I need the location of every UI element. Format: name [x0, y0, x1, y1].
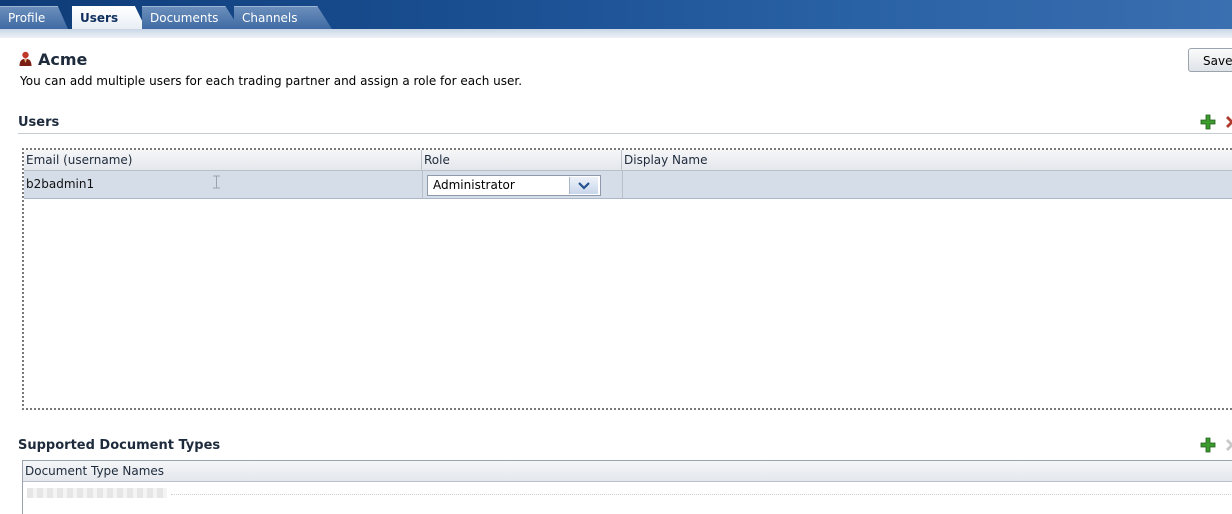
add-icon[interactable] [1200, 114, 1216, 130]
role-select-value: Administrator [433, 178, 515, 192]
column-divider [622, 171, 623, 198]
doc-types-table-header: Document Type Names [23, 460, 1232, 482]
add-icon[interactable] [1200, 437, 1216, 453]
delete-icon[interactable] [1224, 114, 1232, 130]
column-header-document-type-names[interactable]: Document Type Names [23, 461, 1232, 481]
page-description: You can add multiple users for each trad… [20, 74, 523, 88]
cell-display-name[interactable] [624, 171, 1232, 198]
column-header-display-name[interactable]: Display Name [622, 150, 1232, 170]
users-section-title: Users [18, 115, 60, 130]
delete-icon[interactable] [1224, 437, 1232, 453]
tab-documents[interactable]: Documents [142, 6, 240, 29]
tab-profile[interactable]: Profile [0, 6, 68, 29]
cell-email[interactable]: b2badmin1 [24, 171, 422, 198]
page-title: Acme [38, 50, 88, 69]
text-cursor-icon [213, 175, 220, 189]
save-button[interactable]: Save [1188, 48, 1232, 72]
users-table: Email (username) Role Display Name b2bad… [22, 148, 1232, 410]
table-divider [171, 494, 1232, 496]
doc-types-section-title: Supported Document Types [18, 438, 221, 453]
column-header-email[interactable]: Email (username) [24, 150, 422, 170]
tab-bar-edge [0, 29, 1232, 38]
column-header-role[interactable]: Role [422, 150, 622, 170]
table-row[interactable]: b2badmin1 Administrator [24, 171, 1232, 199]
tab-users[interactable]: Users [72, 6, 146, 29]
tab-channels[interactable]: Channels [234, 6, 332, 29]
doc-types-table: Document Type Names [22, 460, 1232, 514]
person-icon [19, 51, 32, 66]
role-select[interactable]: Administrator [427, 175, 601, 196]
chevron-down-icon[interactable] [569, 177, 598, 194]
users-table-header: Email (username) Role Display Name [24, 150, 1232, 171]
column-divider [422, 171, 423, 198]
doc-type-placeholder [27, 488, 167, 498]
users-section-divider [18, 133, 1232, 134]
